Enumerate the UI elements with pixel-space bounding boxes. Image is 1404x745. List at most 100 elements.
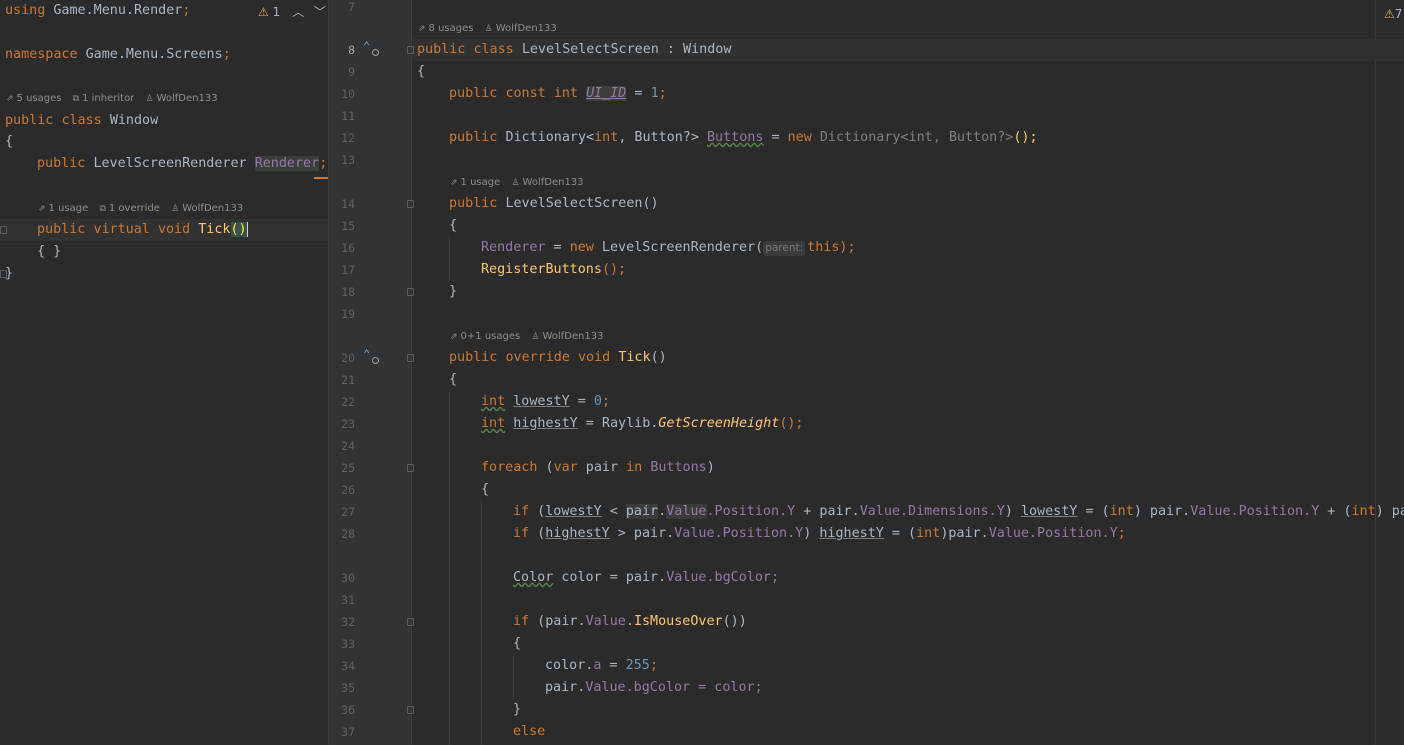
code-line[interactable]: public class Window — [5, 110, 158, 132]
code-line[interactable]: { — [5, 131, 13, 153]
fold-marker-icon[interactable] — [407, 706, 414, 714]
code-line[interactable]: { — [417, 61, 425, 83]
type-args: , Button?> — [618, 130, 707, 145]
usages-hint[interactable]: 5 usages — [17, 93, 62, 104]
inheritors-hint[interactable]: 1 inheritor — [82, 93, 134, 104]
implements-icon[interactable]: ⌃ — [363, 39, 370, 53]
overrides-marker-icon[interactable] — [372, 357, 379, 364]
code-line[interactable]: public class LevelSelectScreen : Window — [417, 39, 731, 61]
next-highlight-icon[interactable]: ﹀ — [314, 5, 326, 19]
class-name: Window — [109, 113, 159, 128]
left-editor-pane[interactable]: ⚠ 1 ︿ ﹀ using Game.Menu.Render; namespac… — [0, 0, 328, 745]
code-line[interactable]: { — [513, 633, 521, 655]
inlay-hint-tick[interactable]: ⇗ 0+1 usages ♙ WolfDen133 — [450, 328, 611, 346]
warnings-indicator-left[interactable]: ⚠ 1 ︿ ﹀ — [258, 2, 326, 22]
fold-marker-icon[interactable] — [407, 464, 414, 472]
code-line[interactable]: else — [513, 721, 545, 743]
property-ref: Y — [1109, 526, 1118, 541]
operator: = — [545, 240, 570, 255]
code-line[interactable]: RegisterButtons(); — [481, 259, 626, 281]
code-line[interactable]: Color color = pair.Value.bgColor; — [513, 567, 779, 589]
keyword: int — [1351, 504, 1376, 519]
code-line[interactable]: if (lowestY < pair.Value.Position.Y + pa… — [513, 501, 1404, 523]
code-line[interactable]: public override void Tick() — [449, 347, 667, 369]
override-icon: ⧉ — [99, 204, 106, 214]
usages-hint[interactable]: 1 usage — [461, 177, 501, 188]
property-ref: Value — [585, 614, 626, 629]
method-call: RegisterButtons — [481, 262, 602, 277]
code-line[interactable]: foreach (var pair in Buttons) — [481, 457, 715, 479]
line-number: 36 — [341, 703, 355, 717]
paren: ) — [803, 526, 820, 541]
inlay-hint-ctor[interactable]: ⇗ 1 usage ♙ WolfDen133 — [450, 174, 592, 192]
code-line[interactable]: } — [449, 281, 457, 303]
code-line[interactable]: { — [449, 215, 457, 237]
expression: (pair. — [529, 614, 586, 629]
code-line[interactable]: } — [513, 699, 521, 721]
warnings-indicator-right[interactable]: ⚠7 — [1384, 4, 1402, 24]
usages-hint[interactable]: 8 usages — [429, 23, 474, 34]
call-parens: (); — [1013, 130, 1038, 145]
code-line[interactable]: Renderer = new LevelScreenRenderer(paren… — [481, 237, 856, 259]
fold-marker-icon[interactable] — [407, 354, 414, 362]
inlay-hint-class[interactable]: ⇗ 8 usages ♙ WolfDen133 — [418, 20, 565, 38]
parens: ()) — [722, 614, 747, 629]
code-line[interactable]: { } — [37, 241, 61, 263]
overrides-marker-icon[interactable] — [372, 49, 379, 56]
inlay-hint-window-class[interactable]: ⇗ 5 usages ⧉ 1 inheritor ♙ WolfDen133 — [6, 90, 226, 108]
code-line[interactable]: if (pair.Value.IsMouseOver()) — [513, 611, 747, 633]
keyword: int — [594, 130, 619, 145]
code-line[interactable]: if (highestY > pair.Value.Position.Y) hi… — [513, 523, 1126, 545]
brace: { — [449, 218, 458, 233]
code-line[interactable]: public LevelSelectScreen() — [449, 193, 659, 215]
author-hint[interactable]: WolfDen133 — [157, 93, 218, 104]
line-number: 16 — [341, 241, 355, 255]
author-hint[interactable]: WolfDen133 — [182, 203, 243, 214]
member-access: .Position. — [1029, 526, 1110, 541]
inlay-hint-tick[interactable]: ⇗ 1 usage ⧉ 1 override ♙ WolfDen133 — [38, 200, 251, 218]
author-hint[interactable]: WolfDen133 — [523, 177, 584, 188]
fold-marker-icon[interactable] — [407, 618, 414, 626]
author-icon: ♙ — [511, 178, 520, 188]
paren: ) — [706, 460, 715, 475]
code-line[interactable]: int lowestY = 0; — [481, 391, 610, 413]
author-hint[interactable]: WolfDen133 — [542, 331, 603, 342]
code-line[interactable]: pair.Value.bgColor = color; — [545, 677, 763, 699]
code-line[interactable]: using Game.Menu.Render; — [5, 0, 190, 22]
code-line[interactable]: namespace Game.Menu.Screens; — [5, 44, 231, 66]
fold-marker-icon[interactable] — [407, 200, 414, 208]
line-number: 25 — [341, 461, 355, 475]
member-access: .Position. — [706, 504, 788, 519]
member-access: .Position. — [1230, 504, 1312, 519]
code-line[interactable]: public LevelScreenRenderer Renderer; — [37, 153, 327, 175]
overrides-hint[interactable]: 1 override — [109, 203, 160, 214]
code-line[interactable]: public Dictionary<int, Button?> Buttons … — [449, 127, 1038, 149]
fold-marker-icon[interactable] — [0, 226, 7, 234]
code-line[interactable]: int highestY = Raylib.GetScreenHeight(); — [481, 413, 804, 435]
keyword: public — [37, 156, 86, 171]
fold-marker-icon[interactable] — [407, 288, 414, 296]
usages-hint[interactable]: 1 usage — [49, 203, 89, 214]
overrides-up-icon[interactable]: ⌃ — [363, 347, 370, 361]
fold-marker-icon[interactable] — [407, 46, 414, 54]
right-editor-pane[interactable]: ⚠7 7 8 9 10 11 12 13 14 15 16 17 18 19 2… — [329, 0, 1404, 745]
author-hint[interactable]: WolfDen133 — [496, 23, 557, 34]
keyword: const — [505, 86, 546, 101]
previous-highlight-icon[interactable]: ︿ — [292, 5, 304, 19]
property-ref: Value — [585, 680, 626, 695]
author-icon: ♙ — [531, 332, 540, 342]
variable-ref: lowestY — [1020, 504, 1078, 519]
code-line[interactable]: public virtual void Tick() — [37, 219, 249, 241]
code-line[interactable]: } — [5, 263, 13, 285]
operator: = — [763, 130, 788, 145]
usages-hint[interactable]: 0+1 usages — [461, 331, 521, 342]
code-line[interactable]: public const int UI_ID = 1; — [449, 83, 667, 105]
code-line[interactable]: { — [481, 479, 489, 501]
keyword: public — [449, 86, 498, 101]
keyword: in — [626, 460, 643, 475]
code-line[interactable]: color.a = 255; — [545, 655, 658, 677]
line-number: 23 — [341, 417, 355, 431]
indent-guide — [481, 501, 482, 745]
field-ref: Buttons — [650, 460, 707, 475]
code-line[interactable]: { — [449, 369, 457, 391]
